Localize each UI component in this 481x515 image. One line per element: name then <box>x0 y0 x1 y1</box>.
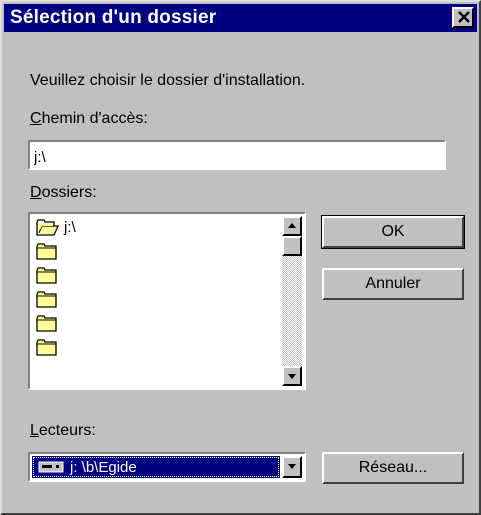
path-input[interactable] <box>32 144 446 170</box>
path-label: Chemin d'accès: <box>30 110 148 127</box>
folders-label: Dossiers: <box>30 184 97 201</box>
window-title: Sélection d'un dossier <box>10 7 217 28</box>
network-button[interactable]: Réseau... <box>322 452 464 484</box>
folder-icon <box>36 290 57 308</box>
drive-select[interactable]: j: \b\Egide <box>28 452 306 482</box>
network-drive-icon <box>38 461 64 473</box>
folder-icon <box>36 314 57 332</box>
scroll-down-button[interactable] <box>282 366 302 386</box>
arrow-down-icon <box>288 374 296 379</box>
title-bar: Sélection d'un dossier <box>4 4 477 32</box>
folder-icon <box>36 242 57 260</box>
close-icon <box>458 11 470 23</box>
folder-item[interactable] <box>36 240 64 262</box>
chevron-down-icon <box>288 464 296 469</box>
folder-icon <box>36 338 57 356</box>
folder-item[interactable] <box>36 264 64 286</box>
ok-button[interactable]: OK <box>321 215 465 249</box>
arrow-up-icon <box>288 223 296 228</box>
drives-label: Lecteurs: <box>30 422 96 439</box>
instruction-text: Veuillez choisir le dossier d'installati… <box>30 72 306 89</box>
folder-item-root[interactable]: j:\ <box>36 216 76 238</box>
folder-list[interactable]: j:\ <box>28 212 306 390</box>
folder-item-label: j:\ <box>64 218 76 236</box>
scroll-up-button[interactable] <box>282 216 302 236</box>
folder-item[interactable] <box>36 336 64 358</box>
cancel-button[interactable]: Annuler <box>322 268 464 300</box>
folder-list-scrollbar[interactable] <box>282 216 302 386</box>
open-folder-icon <box>36 218 60 236</box>
folder-icon <box>36 266 57 284</box>
drive-select-value: j: \b\Egide <box>32 456 280 478</box>
folder-item[interactable] <box>36 288 64 310</box>
drive-dropdown-button[interactable] <box>282 456 302 478</box>
drive-select-label: j: \b\Egide <box>70 458 137 476</box>
folder-item[interactable] <box>36 312 64 334</box>
path-field[interactable] <box>28 140 446 170</box>
scroll-thumb[interactable] <box>282 236 302 256</box>
close-button[interactable] <box>452 7 474 28</box>
folder-selection-dialog: Sélection d'un dossier Veuillez choisir … <box>0 0 481 515</box>
